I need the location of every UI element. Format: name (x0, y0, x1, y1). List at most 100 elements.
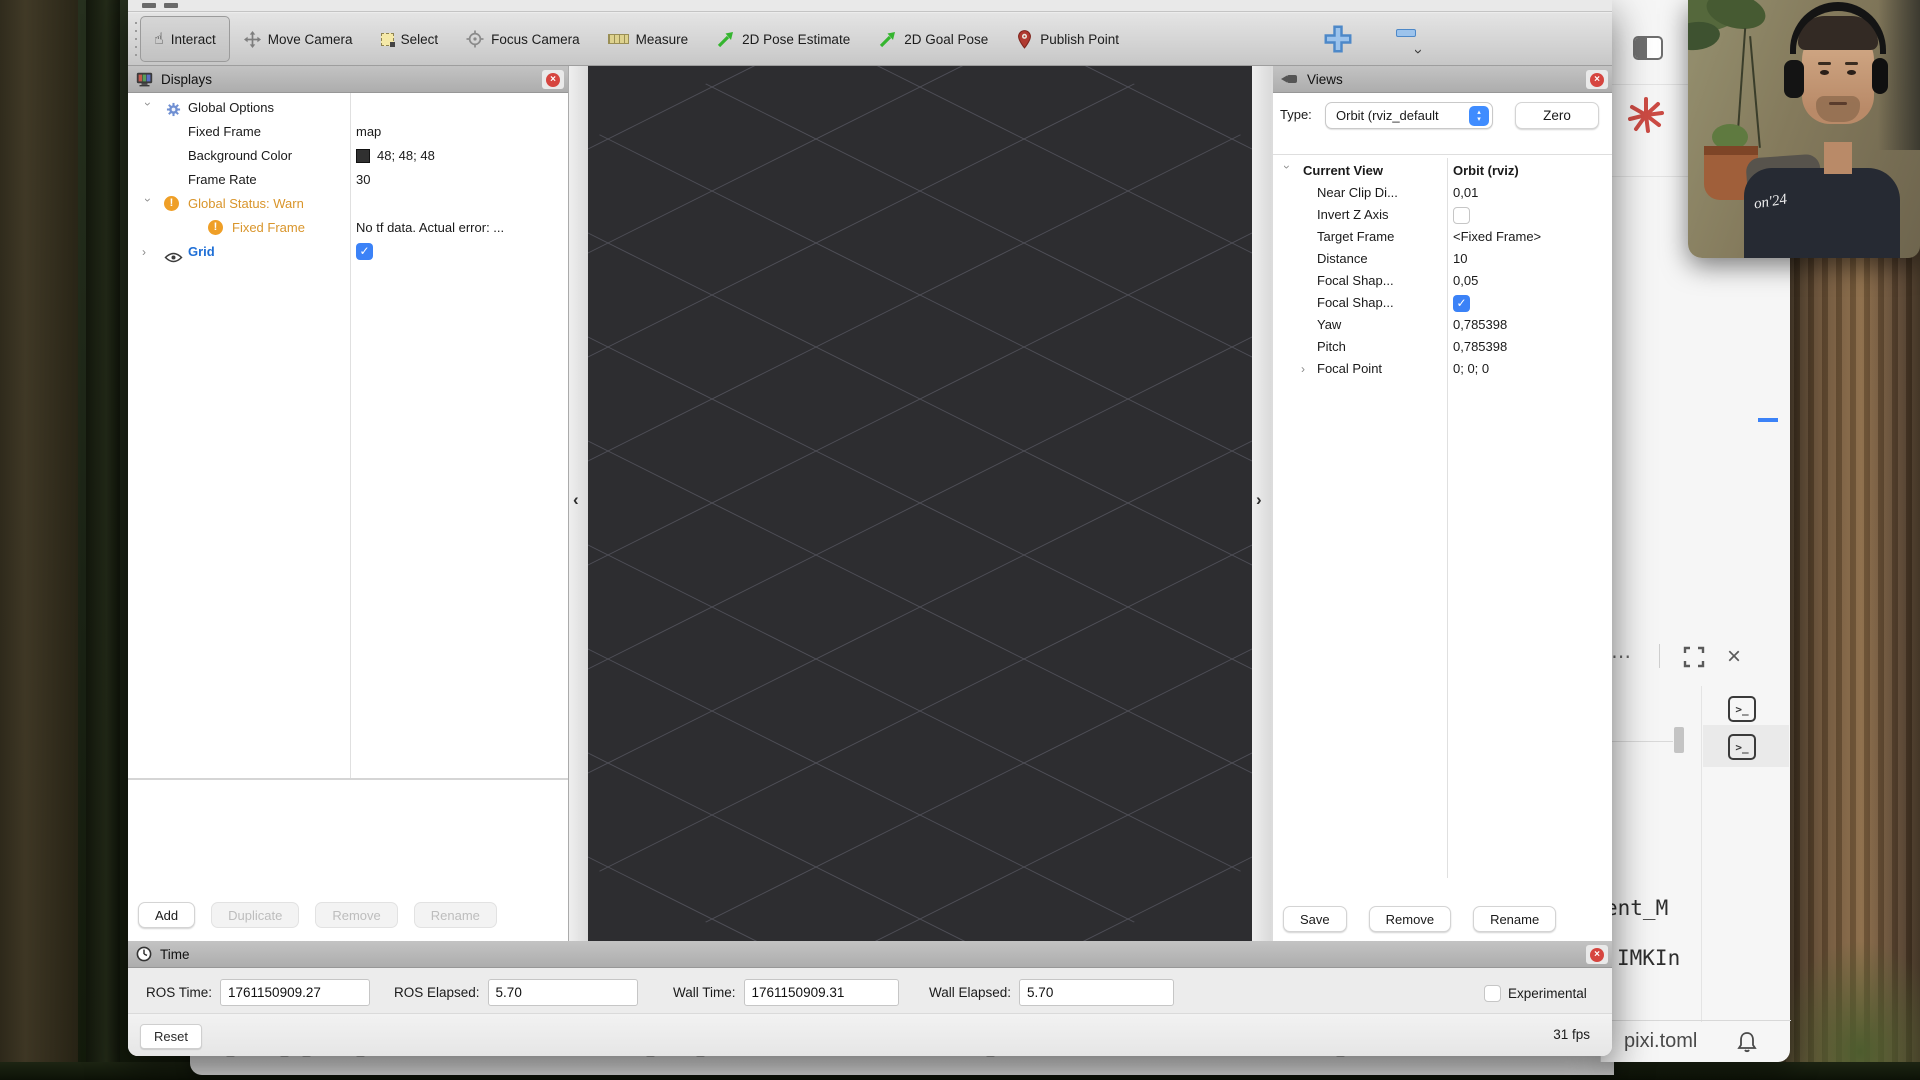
row-value[interactable]: No tf data. Actual error: ... (356, 216, 504, 240)
row-value[interactable]: <Fixed Frame> (1453, 226, 1541, 248)
headphones-earcup (1784, 60, 1804, 98)
collapse-right-arrow-icon[interactable]: › (1256, 490, 1262, 510)
row-value[interactable]: 0,785398 (1453, 314, 1507, 336)
red-asterisk-icon[interactable] (1627, 96, 1665, 134)
tool-select[interactable]: Select (367, 16, 453, 62)
display-row-background-color[interactable]: Background Color 48; 48; 48 (128, 144, 568, 168)
close-time-button[interactable]: × (1586, 945, 1608, 964)
wall-elapsed-input[interactable]: 5.70 (1019, 979, 1174, 1006)
wallpaper-tree-left-2 (86, 0, 120, 1080)
view-row-pitch[interactable]: Pitch 0,785398 (1273, 336, 1612, 358)
experimental-checkbox[interactable] (1484, 985, 1501, 1002)
reset-button[interactable]: Reset (140, 1024, 202, 1049)
view-row-current-view[interactable]: › Current View Orbit (rviz) (1273, 160, 1612, 182)
view-row-focal-point[interactable]: › Focal Point 0; 0; 0 (1273, 358, 1612, 380)
row-value[interactable]: 10 (1453, 248, 1467, 270)
display-row-fixed-frame[interactable]: Fixed Frame map (128, 120, 568, 144)
row-value[interactable]: 48; 48; 48 (377, 144, 435, 168)
row-value[interactable]: 0,785398 (1453, 336, 1507, 358)
close-panel-icon[interactable]: × (1727, 643, 1741, 671)
divider (1273, 154, 1612, 155)
tool-2d-goal-pose[interactable]: 2D Goal Pose (864, 16, 1002, 62)
add-tool-button[interactable] (1324, 25, 1352, 53)
layout-toggle-icon[interactable] (1633, 36, 1663, 60)
remove-display-button[interactable]: Remove (315, 902, 397, 928)
row-value[interactable]: 30 (356, 168, 370, 192)
invert-z-checkbox[interactable] (1453, 207, 1470, 224)
experimental-option[interactable]: Experimental (1484, 985, 1587, 1002)
collapse-left-arrow-icon[interactable]: ‹ (573, 490, 579, 510)
focal-shape-checkbox[interactable]: ✓ (1453, 295, 1470, 312)
remove-tool-button[interactable] (1396, 29, 1416, 37)
statusbar-filename[interactable]: pixi.toml (1624, 1030, 1697, 1053)
zero-button[interactable]: Zero (1515, 102, 1599, 129)
tool-2d-pose-estimate[interactable]: 2D Pose Estimate (702, 16, 864, 62)
duplicate-display-button[interactable]: Duplicate (211, 902, 299, 928)
chevron-down-icon[interactable]: › (136, 102, 160, 114)
display-row-global-status[interactable]: › ! Global Status: Warn (128, 192, 568, 216)
wall-time-input[interactable]: 1761150909.31 (744, 979, 899, 1006)
view-row-focal-shape-size[interactable]: Focal Shap... 0,05 (1273, 270, 1612, 292)
tool-move-camera[interactable]: Move Camera (230, 16, 367, 62)
rename-display-button[interactable]: Rename (414, 902, 497, 928)
right-panel-collapse-strip[interactable]: › (1252, 66, 1271, 941)
add-display-button[interactable]: Add (138, 902, 195, 928)
scrollbar-thumb[interactable] (1674, 727, 1684, 753)
displays-panel-header[interactable]: Displays × (128, 66, 568, 93)
view-row-target-frame[interactable]: Target Frame <Fixed Frame> (1273, 226, 1612, 248)
rviz-toolbar: ☝ Interact Move Camera Select (128, 13, 1612, 66)
view-row-distance[interactable]: Distance 10 (1273, 248, 1612, 270)
terminal-icon[interactable]: >_ (1728, 696, 1756, 722)
3d-viewport[interactable] (588, 66, 1252, 941)
toolbar-drag-handle[interactable] (132, 22, 140, 56)
display-row-fixed-frame-warning[interactable]: ! Fixed Frame No tf data. Actual error: … (128, 216, 568, 240)
wallpaper-tree-left (0, 0, 78, 1080)
display-row-frame-rate[interactable]: Frame Rate 30 (128, 168, 568, 192)
wall-time-label: Wall Time: (673, 985, 736, 1000)
terminal-icon[interactable]: >_ (1728, 734, 1756, 760)
views-panel-header[interactable]: Views × (1273, 66, 1612, 93)
row-value[interactable]: 0,05 (1453, 270, 1478, 292)
time-panel-header[interactable]: Time × (128, 941, 1612, 968)
tool-publish-point[interactable]: Publish Point (1002, 16, 1133, 62)
bell-icon[interactable] (1736, 1030, 1758, 1054)
row-value[interactable]: 0,01 (1453, 182, 1478, 204)
save-view-button[interactable]: Save (1283, 906, 1347, 932)
views-buttons: Save Remove Rename (1283, 906, 1556, 932)
view-row-focal-shape-fixed[interactable]: Focal Shap... ✓ (1273, 292, 1612, 314)
maximize-panel-icon[interactable] (1683, 646, 1705, 668)
tool-interact[interactable]: ☝ Interact (140, 16, 230, 62)
view-type-dropdown[interactable]: Orbit (rviz_default ▴▾ (1325, 102, 1493, 129)
row-value[interactable]: map (356, 120, 381, 144)
left-panel-collapse-strip[interactable]: ‹ (569, 66, 588, 941)
color-swatch[interactable] (356, 149, 370, 163)
chevron-down-icon[interactable]: › (136, 198, 160, 210)
panel-splitter[interactable] (128, 778, 568, 780)
chevron-right-icon[interactable]: › (142, 240, 154, 264)
view-row-near-clip[interactable]: Near Clip Di... 0,01 (1273, 182, 1612, 204)
more-actions-icon[interactable]: ⋯ (1611, 644, 1633, 669)
tool-focus-camera[interactable]: Focus Camera (452, 16, 594, 62)
chevron-right-icon[interactable]: › (1301, 358, 1313, 380)
grid-enabled-checkbox[interactable]: ✓ (356, 243, 373, 260)
rename-view-button[interactable]: Rename (1473, 906, 1556, 932)
view-type-row: Type: Orbit (rviz_default ▴▾ Zero (1273, 100, 1612, 132)
display-row-grid[interactable]: › Grid ✓ (128, 240, 568, 264)
view-row-invert-z[interactable]: Invert Z Axis (1273, 204, 1612, 226)
display-row-global-options[interactable]: › Global Options (128, 96, 568, 120)
close-views-button[interactable]: × (1586, 70, 1608, 89)
views-panel: Views × Type: Orbit (rviz_default ▴▾ Zer… (1273, 66, 1612, 941)
ros-elapsed-input[interactable]: 5.70 (488, 979, 638, 1006)
row-value[interactable]: 0; 0; 0 (1453, 358, 1489, 380)
chevron-down-icon[interactable]: › (1410, 49, 1427, 54)
row-label: Fixed Frame (232, 216, 305, 240)
tool-measure[interactable]: Measure (594, 16, 703, 62)
remove-view-button[interactable]: Remove (1369, 906, 1451, 932)
close-displays-button[interactable]: × (542, 70, 564, 89)
displays-panel-title: Displays (161, 72, 212, 87)
view-row-yaw[interactable]: Yaw 0,785398 (1273, 314, 1612, 336)
ros-time-input[interactable]: 1761150909.27 (220, 979, 370, 1006)
chevron-down-icon[interactable]: › (1276, 165, 1298, 177)
row-label: Current View (1303, 160, 1383, 182)
time-panel-title: Time (160, 947, 190, 962)
